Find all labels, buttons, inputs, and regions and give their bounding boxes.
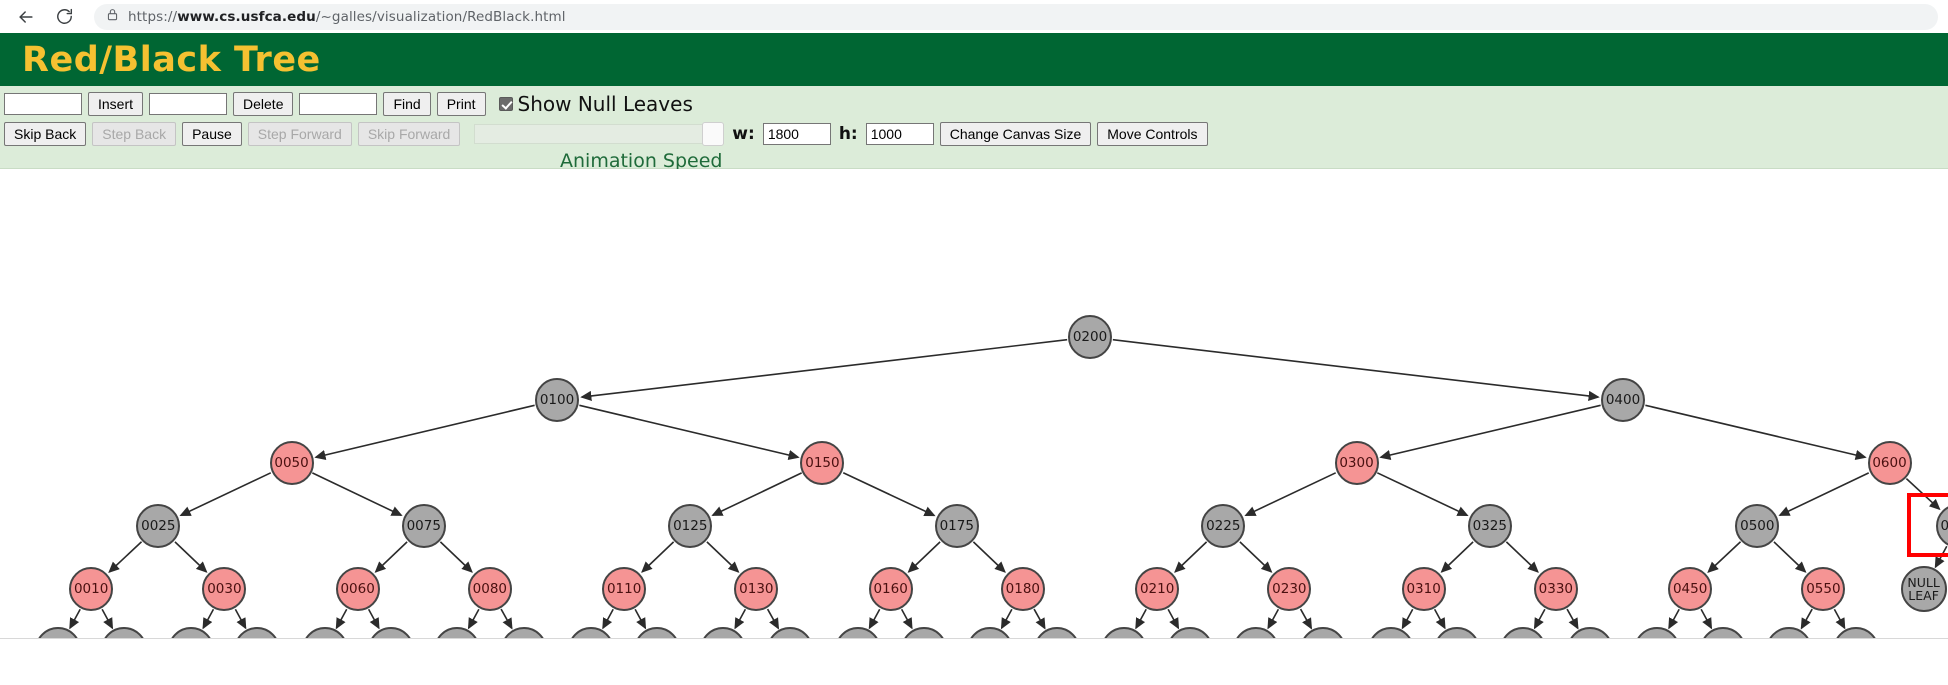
- skip-forward-button[interactable]: Skip Forward: [357, 122, 461, 146]
- tree-node-0330[interactable]: 0330: [1533, 567, 1578, 611]
- tree-node-0310[interactable]: 0310: [1401, 567, 1446, 611]
- address-bar[interactable]: https://www.cs.usfca.edu/~galles/visuali…: [94, 3, 1938, 30]
- tree-edges: [69, 338, 1948, 630]
- delete-input[interactable]: [149, 93, 228, 115]
- tree-node-0180[interactable]: 0180: [1000, 567, 1045, 611]
- lock-icon: [106, 8, 119, 26]
- width-label: w:: [732, 124, 755, 144]
- animation-row: Skip Back Step Back Pause Step Forward S…: [0, 120, 1948, 148]
- tree-node-0025[interactable]: 0025: [136, 504, 181, 548]
- tree-node-0160[interactable]: 0160: [868, 567, 913, 611]
- show-null-leaves-label: Show Null Leaves: [517, 92, 693, 116]
- tree-node-0100[interactable]: 0100: [535, 378, 579, 422]
- animation-speed-slider[interactable]: [474, 122, 725, 146]
- null-leaf-node[interactable]: NULLLEAF: [1900, 566, 1947, 612]
- tree-node-0450[interactable]: 0450: [1668, 567, 1713, 611]
- height-label: h:: [838, 124, 858, 144]
- delete-button[interactable]: Delete: [233, 92, 294, 116]
- tree-node-0500[interactable]: 0500: [1735, 504, 1780, 548]
- page-title: Red/Black Tree: [22, 39, 321, 80]
- tree-node-0600[interactable]: 0600: [1867, 441, 1912, 485]
- reload-button[interactable]: [48, 1, 80, 33]
- slider-thumb[interactable]: [702, 122, 725, 146]
- slider-track[interactable]: [474, 124, 725, 144]
- tree-node-0110[interactable]: 0110: [602, 567, 647, 611]
- step-back-button[interactable]: Step Back: [92, 122, 177, 146]
- url-text: https://www.cs.usfca.edu/~galles/visuali…: [128, 8, 566, 25]
- back-button[interactable]: [10, 1, 42, 33]
- change-canvas-size-button[interactable]: Change Canvas Size: [939, 122, 1092, 146]
- move-controls-button[interactable]: Move Controls: [1097, 122, 1208, 146]
- find-input[interactable]: [299, 93, 378, 115]
- show-null-leaves-checkbox[interactable]: [498, 97, 513, 111]
- controls-panel: Insert Delete Find Print Show Null Leave…: [0, 86, 1948, 172]
- insert-input[interactable]: [4, 93, 82, 115]
- skip-back-button[interactable]: Skip Back: [4, 122, 87, 146]
- tree-node-0210[interactable]: 0210: [1135, 567, 1180, 611]
- tree-node-0230[interactable]: 0230: [1267, 567, 1312, 611]
- tree-node-0050[interactable]: 0050: [269, 441, 314, 485]
- tree-node-0400[interactable]: 0400: [1601, 378, 1645, 422]
- tree-node-0175[interactable]: 0175: [934, 504, 979, 548]
- tree-node-0075[interactable]: 0075: [401, 504, 446, 548]
- canvas-height-input[interactable]: [865, 123, 934, 145]
- pause-button[interactable]: Pause: [182, 122, 242, 146]
- canvas-bottom-divider: [0, 638, 1948, 639]
- back-arrow-icon: [16, 7, 36, 27]
- page-header: Red/Black Tree: [0, 33, 1948, 86]
- tree-node-0010[interactable]: 0010: [69, 567, 114, 611]
- print-button[interactable]: Print: [436, 92, 486, 116]
- browser-toolbar: https://www.cs.usfca.edu/~galles/visuali…: [0, 0, 1948, 33]
- tree-canvas[interactable]: 0200 0100 0400 0050 0150 0300 0600 0025 0075 0125…: [0, 169, 1948, 639]
- tree-node-0225[interactable]: 0225: [1201, 504, 1246, 548]
- tree-node-0200[interactable]: 0200: [1068, 315, 1112, 359]
- show-null-leaves-control[interactable]: Show Null Leaves: [498, 92, 693, 116]
- canvas-width-input[interactable]: [762, 123, 831, 145]
- tree-node-0300[interactable]: 0300: [1334, 441, 1379, 485]
- tree-node-0130[interactable]: 0130: [734, 567, 779, 611]
- tree-node-0060[interactable]: 0060: [335, 567, 380, 611]
- operations-row: Insert Delete Find Print Show Null Leave…: [0, 90, 1948, 118]
- tree-node-0125[interactable]: 0125: [668, 504, 713, 548]
- tree-node-0325[interactable]: 0325: [1467, 504, 1512, 548]
- tree-node-0080[interactable]: 0080: [467, 567, 512, 611]
- reload-icon: [55, 7, 74, 26]
- insert-button[interactable]: Insert: [88, 92, 144, 116]
- find-button[interactable]: Find: [383, 92, 431, 116]
- step-forward-button[interactable]: Step Forward: [247, 122, 352, 146]
